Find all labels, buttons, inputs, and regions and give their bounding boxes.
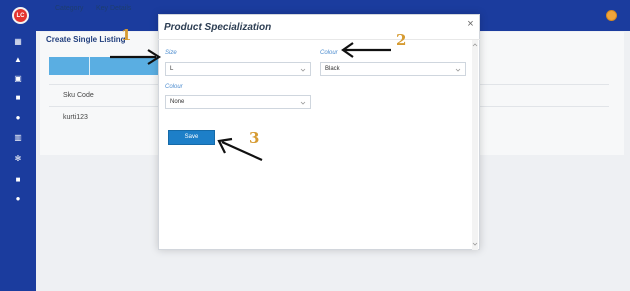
sidebar: ▦ ▲ ▣ ■ ● ▥ ✻ ■ ● bbox=[0, 31, 36, 291]
modal-scrollbar[interactable] bbox=[472, 40, 478, 250]
arrow-left-icon bbox=[341, 42, 391, 58]
chevron-down-icon[interactable] bbox=[472, 241, 478, 247]
user-avatar[interactable] bbox=[606, 10, 617, 21]
chevron-down-icon bbox=[300, 101, 306, 105]
colour-value: Black bbox=[325, 66, 340, 72]
shirt-icon[interactable]: ▲ bbox=[14, 56, 22, 64]
app-logo[interactable]: LC bbox=[12, 7, 29, 24]
size-field[interactable]: L bbox=[165, 62, 311, 76]
page-title: Create Single Listing bbox=[46, 35, 126, 44]
colour-label-secondary: Colour bbox=[165, 84, 183, 90]
modal-title: Product Specialization bbox=[164, 22, 272, 33]
truck-icon[interactable]: ■ bbox=[14, 94, 22, 102]
size-value: L bbox=[170, 66, 174, 72]
annotation-number-1: 1 bbox=[121, 26, 132, 44]
arrow-right-icon bbox=[110, 49, 162, 65]
colour-secondary-value: None bbox=[170, 99, 185, 105]
colour-label: Colour bbox=[320, 50, 338, 56]
tab-category[interactable]: Category bbox=[49, 0, 89, 18]
tab-key-details[interactable]: Key Details bbox=[90, 0, 137, 18]
box-icon[interactable]: ● bbox=[14, 195, 22, 203]
tab-divider bbox=[89, 57, 90, 75]
sku-value: kurti123 bbox=[63, 114, 88, 121]
chart-icon[interactable]: ▥ bbox=[14, 134, 22, 142]
sku-label: Sku Code bbox=[63, 92, 94, 99]
annotation-number-2: 2 bbox=[396, 31, 407, 49]
dashboard-icon[interactable]: ▦ bbox=[14, 38, 22, 46]
chevron-down-icon bbox=[455, 68, 461, 72]
save-button[interactable]: Save bbox=[168, 130, 215, 145]
modal-header-divider bbox=[158, 39, 480, 40]
close-icon[interactable]: × bbox=[466, 19, 475, 30]
size-label: Size bbox=[165, 50, 177, 56]
box-icon[interactable]: ● bbox=[14, 114, 22, 122]
colour-field-secondary[interactable]: None bbox=[165, 95, 311, 109]
arrow-up-left-icon bbox=[217, 137, 263, 162]
chevron-down-icon bbox=[300, 68, 306, 72]
gear-icon[interactable]: ✻ bbox=[14, 155, 22, 163]
colour-field[interactable]: Black bbox=[320, 62, 466, 76]
truck-icon[interactable]: ■ bbox=[14, 176, 22, 184]
copy-icon[interactable]: ▣ bbox=[14, 75, 22, 83]
chevron-up-icon[interactable] bbox=[472, 42, 478, 48]
